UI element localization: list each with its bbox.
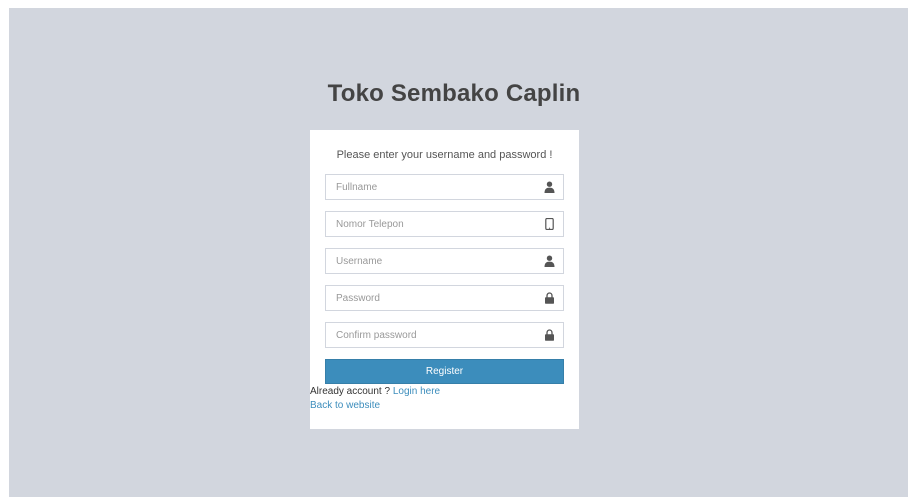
username-input[interactable] [325, 248, 564, 274]
app-title: Toko Sembako Caplin [327, 80, 581, 107]
confirm-password-field-group [325, 322, 564, 348]
register-button[interactable]: Register [325, 359, 564, 384]
register-box-message: Please enter your username and password … [336, 149, 553, 161]
user-icon [544, 181, 555, 193]
login-link[interactable]: Login here [393, 386, 440, 397]
phone-field-group [325, 211, 564, 237]
password-field-group [325, 285, 564, 311]
password-input[interactable] [325, 285, 564, 311]
confirm-password-input[interactable] [325, 322, 564, 348]
back-to-website-row: Back to website [310, 399, 564, 413]
already-account-row: Already account ? Login here [310, 385, 564, 399]
already-account-text: Already account ? [310, 386, 391, 397]
back-to-website-link[interactable]: Back to website [310, 400, 380, 411]
lock-icon [545, 329, 554, 341]
fullname-input[interactable] [325, 174, 564, 200]
register-form: Register [325, 174, 564, 384]
lock-icon [545, 292, 554, 304]
phone-icon [545, 218, 554, 230]
user-icon [544, 255, 555, 267]
auth-links: Already account ? Login here Back to web… [310, 385, 564, 413]
phone-input[interactable] [325, 211, 564, 237]
username-field-group [325, 248, 564, 274]
register-box: Please enter your username and password … [310, 130, 579, 429]
fullname-field-group [325, 174, 564, 200]
